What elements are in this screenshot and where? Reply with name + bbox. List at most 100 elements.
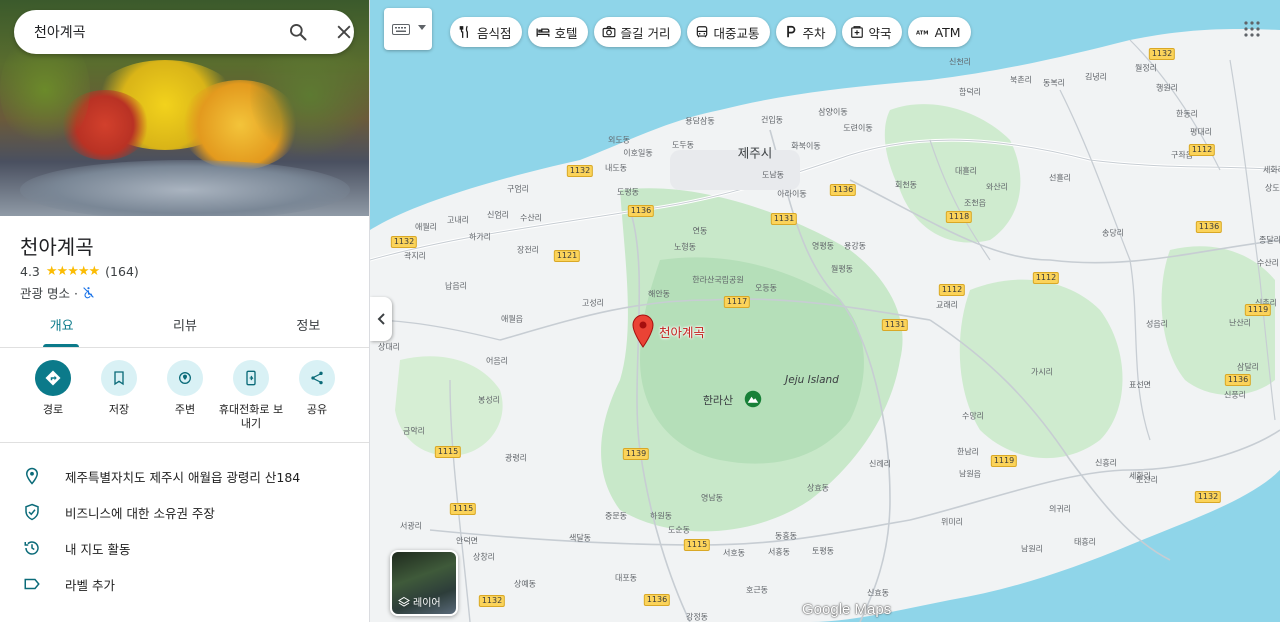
place-label[interactable]: 회천동 (895, 180, 917, 191)
place-label[interactable]: 월평동 (831, 264, 853, 275)
chevron-down-icon[interactable] (418, 25, 426, 31)
place-label[interactable]: 종달리 (1259, 235, 1280, 246)
place-label[interactable]: 평대리 (1190, 127, 1212, 138)
place-label[interactable]: 신엄리 (487, 210, 509, 221)
place-label[interactable]: 토평동 (812, 546, 834, 557)
place-label[interactable]: 표선면 (1129, 380, 1151, 391)
place-label[interactable]: 가시리 (1031, 367, 1053, 378)
place-label[interactable]: 노형동 (674, 242, 696, 253)
map-canvas[interactable]: 도두동 용담삼동 건입동 삼양이동 도련이동 이호일동 내도동 화북이동 도남동 아라이동 구엄리 도… (370, 0, 1280, 622)
chip-restaurants[interactable]: 음식점 (450, 17, 522, 47)
chip-hotels[interactable]: 호텔 (527, 17, 588, 47)
map-activity-row[interactable]: 내 지도 활동 (0, 530, 369, 566)
place-label[interactable]: 오등동 (755, 283, 777, 294)
place-label[interactable]: 곽지리 (404, 251, 426, 262)
place-label[interactable]: 남원리 (1021, 544, 1043, 555)
place-label[interactable]: 세화리 (1129, 471, 1151, 482)
place-label[interactable]: 수망리 (962, 411, 984, 422)
place-label[interactable]: 장전리 (517, 245, 539, 256)
apps-grid-icon[interactable] (1243, 20, 1261, 38)
place-label[interactable]: 건입동 (761, 115, 783, 126)
place-label[interactable]: 영남동 (701, 493, 723, 504)
place-label[interactable]: 의귀리 (1049, 504, 1071, 515)
place-label[interactable]: 상효동 (807, 483, 829, 494)
place-label[interactable]: 하원동 (650, 511, 672, 522)
place-label[interactable]: 선흘리 (1049, 173, 1071, 184)
place-label[interactable]: 상도리 (1265, 183, 1280, 194)
place-label[interactable]: 도평동 (617, 187, 639, 198)
place-label[interactable]: 성읍리 (1146, 319, 1168, 330)
rating-row[interactable]: 4.3 ★★★★★ (164) (20, 264, 139, 279)
save-button[interactable]: 저장 (86, 360, 152, 431)
place-label[interactable]: 상대리 (378, 342, 400, 353)
place-label[interactable]: 서홍동 (768, 547, 790, 558)
place-label[interactable]: 태흥리 (1074, 537, 1096, 548)
place-label[interactable]: 한동리 (1176, 109, 1198, 120)
city-label[interactable]: 제주시 (738, 143, 773, 162)
place-label[interactable]: 신천리 (949, 57, 971, 68)
place-label[interactable]: 고내리 (447, 215, 469, 226)
place-label[interactable]: 안덕면 (456, 536, 478, 547)
place-label[interactable]: 남원읍 (959, 469, 981, 480)
place-label[interactable]: 어음리 (486, 356, 508, 367)
place-label[interactable]: 내도동 (605, 163, 627, 174)
chip-pharmacy[interactable]: 약국 (841, 17, 902, 47)
place-label[interactable]: 광령리 (505, 453, 527, 464)
place-label[interactable]: 아라이동 (777, 189, 806, 200)
place-label[interactable]: 이호일동 (623, 148, 652, 159)
place-label[interactable]: 대포동 (615, 573, 637, 584)
place-label[interactable]: 외도동 (608, 135, 630, 146)
place-label[interactable]: 조천읍 (964, 198, 986, 209)
search-icon[interactable] (288, 22, 308, 42)
place-label[interactable]: 신풍리 (1224, 390, 1246, 401)
place-label[interactable]: 삼달리 (1237, 362, 1259, 373)
place-label[interactable]: 도남동 (762, 170, 784, 181)
place-label[interactable]: 화북이동 (791, 141, 820, 152)
place-label[interactable]: 상예동 (514, 579, 536, 590)
claim-business-row[interactable]: 비즈니스에 대한 소유권 주장 (0, 494, 369, 530)
place-label[interactable]: 대흘리 (955, 166, 977, 177)
place-label[interactable]: 동홍동 (775, 531, 797, 542)
place-label[interactable]: 동복리 (1043, 78, 1065, 89)
review-count[interactable]: (164) (105, 264, 139, 279)
place-label[interactable]: 구엄리 (507, 184, 529, 195)
marker-label[interactable]: 천아계곡 (659, 322, 705, 341)
place-label[interactable]: 호근동 (746, 585, 768, 596)
collapse-panel-button[interactable] (370, 297, 392, 341)
place-label[interactable]: 신례리 (869, 459, 891, 470)
add-label-row[interactable]: 라벨 추가 (0, 566, 369, 602)
place-label[interactable]: 색달동 (569, 533, 591, 544)
place-label[interactable]: 월정리 (1135, 63, 1157, 74)
tab-about[interactable]: 정보 (247, 306, 369, 347)
place-label[interactable]: 애월읍 (501, 314, 523, 325)
place-label[interactable]: 봉성리 (478, 395, 500, 406)
place-label[interactable]: 중문동 (605, 511, 627, 522)
place-label[interactable]: 용강동 (844, 241, 866, 252)
layers-button[interactable]: 레이어 (390, 550, 458, 616)
place-label[interactable]: 서호동 (723, 548, 745, 559)
place-photo[interactable] (0, 0, 369, 216)
place-label[interactable]: 도련이동 (843, 123, 872, 134)
place-label[interactable]: 수산리 (520, 213, 542, 224)
place-label[interactable]: 와산리 (986, 182, 1008, 193)
search-input[interactable] (34, 10, 264, 54)
place-label[interactable]: 함덕리 (959, 87, 981, 98)
place-label[interactable]: 세화리 (1263, 165, 1280, 176)
chip-parking[interactable]: 주차 (775, 17, 836, 47)
mountain-icon[interactable] (744, 390, 762, 408)
place-label[interactable]: 교래리 (936, 300, 958, 311)
place-label[interactable]: 신흥리 (1095, 458, 1117, 469)
place-label[interactable]: 납읍리 (445, 281, 467, 292)
mountain-label[interactable]: 한라산 (703, 392, 733, 408)
place-label[interactable]: 서광리 (400, 521, 422, 532)
place-label[interactable]: 상창리 (473, 552, 495, 563)
chip-transit[interactable]: 대중교통 (686, 17, 770, 47)
chip-atm[interactable]: ATM ATM (907, 17, 971, 47)
share-button[interactable]: 공유 (284, 360, 350, 431)
place-label[interactable]: 수산리 (1257, 258, 1279, 269)
place-label[interactable]: 금악리 (403, 426, 425, 437)
close-icon[interactable] (334, 22, 354, 42)
place-label[interactable]: 도순동 (668, 525, 690, 536)
send-to-phone-button[interactable]: 휴대전화로 보내기 (218, 360, 284, 431)
place-label[interactable]: 한남리 (957, 447, 979, 458)
